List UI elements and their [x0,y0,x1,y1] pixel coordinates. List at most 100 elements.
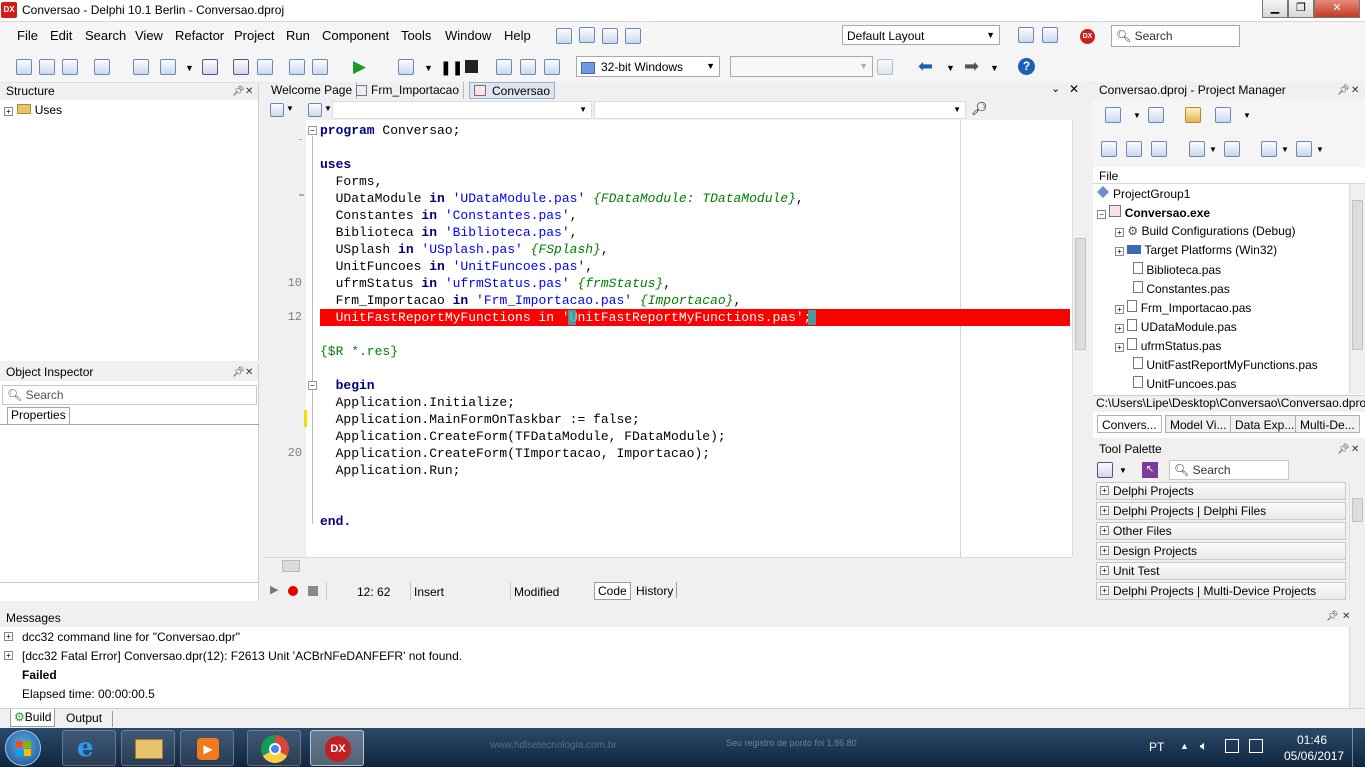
tree-item-file[interactable]: UnitFuncoes.pas [1133,376,1236,391]
list-icon[interactable] [1189,141,1205,157]
embarcadero-icon[interactable]: DX [1080,29,1095,44]
close-icon[interactable]: ✕ [245,83,253,100]
internet-explorer-icon[interactable]: e [62,730,116,766]
save-all-icon[interactable] [233,59,249,75]
tab-build[interactable]: ⚙Build [10,709,56,727]
menu-file[interactable]: File [17,28,38,43]
chevron-down-icon[interactable]: ▼ [324,104,332,113]
minimize-button[interactable]: ▁ [1262,0,1288,18]
tree-item-file[interactable]: + UDataModule.pas [1115,319,1237,334]
add-file-icon[interactable] [1148,107,1164,123]
close-icon[interactable]: ✕ [1351,441,1359,458]
chevron-down-icon[interactable]: ▼ [424,63,433,73]
menu-help[interactable]: Help [504,28,531,43]
tab-frm-importacao[interactable]: Frm_Importacao [353,82,465,99]
run-without-debug-icon[interactable] [398,59,414,75]
tree-item-file[interactable]: + Frm_Importacao.pas [1115,300,1251,315]
pin-icon[interactable]: 📌︎ [232,83,245,100]
chevron-down-icon[interactable]: ▼ [1209,145,1217,154]
menu-run[interactable]: Run [286,28,310,43]
editor-vertical-scrollbar[interactable] [1072,120,1088,557]
chevron-down-icon[interactable]: ▼ [946,63,955,73]
tab-conversao[interactable]: Conversao [469,82,556,99]
mail-icon[interactable] [556,28,572,44]
collapse-icon[interactable]: − [1097,210,1106,219]
method-selector-icon[interactable] [308,103,322,117]
tree-item-file[interactable]: + ufrmStatus.pas [1115,338,1221,353]
expand-icon[interactable]: + [1115,343,1124,352]
tree-item-conversao-exe[interactable]: − Conversao.exe [1097,205,1210,220]
chevron-down-icon[interactable]: ▼ [1281,145,1289,154]
ide-search-box[interactable]: 🔍︎ Search [1111,25,1240,47]
open-folder-icon[interactable] [1185,107,1201,123]
network-icon[interactable] [1249,739,1263,753]
tab-project-manager[interactable]: Convers... [1097,415,1162,433]
clock-time[interactable]: 01:46 [1297,733,1327,747]
collapse-icon[interactable]: − [308,381,317,390]
close-file-icon[interactable] [257,59,273,75]
close-icon[interactable]: ✕ [245,364,253,381]
expand-icon[interactable]: + [4,107,13,116]
object-inspector-search[interactable]: 🔍︎ Search [2,385,257,405]
tree-item-projectgroup[interactable]: ProjectGroup1 [1097,186,1190,201]
checklist-icon[interactable] [602,28,618,44]
message-row-error[interactable]: [dcc32 Fatal Error] Conversao.dpr(12): F… [22,649,462,663]
chevron-down-icon[interactable]: ▼ [1119,466,1127,475]
configuration-combo[interactable]: ▼ [730,56,873,77]
chevron-down-icon[interactable]: ▼ [185,63,194,73]
categories-icon[interactable] [1097,462,1113,478]
run-to-cursor-icon[interactable] [544,59,560,75]
cursor-icon[interactable]: ↖ [1142,462,1158,478]
build-icon[interactable] [1224,141,1240,157]
media-player-icon[interactable]: ▶ [180,730,234,766]
tree-item-file[interactable]: Constantes.pas [1133,281,1230,296]
volume-icon[interactable]: 🔈︎ [1200,738,1208,754]
menu-search[interactable]: Search [85,28,126,43]
forward-arrow-icon[interactable]: ➡ [964,56,979,77]
tree-item-file[interactable]: Biblioteca.pas [1133,262,1221,277]
menu-window[interactable]: Window [445,28,491,43]
feedback-icon[interactable] [625,28,641,44]
save-desktop-icon[interactable] [1018,27,1034,43]
play-macro-icon[interactable]: ▶ [270,583,278,596]
windows-start-icon[interactable] [5,730,41,766]
compile-icon[interactable] [1296,141,1312,157]
expand-icon[interactable]: + [4,632,13,641]
maximize-button[interactable]: ❐ [1288,0,1314,18]
expand-icon[interactable]: + [1115,324,1124,333]
tool-palette-search[interactable]: 🔍︎ Search [1169,460,1289,480]
tab-code[interactable]: Code [594,582,631,600]
new-project-icon[interactable] [1105,107,1121,123]
scroll-thumb[interactable] [1352,200,1363,350]
remove-from-project-icon[interactable] [312,59,328,75]
chevron-down-icon[interactable]: ▼ [1316,145,1324,154]
chrome-icon[interactable] [247,730,301,766]
scroll-thumb[interactable] [1075,238,1086,350]
expand-icon[interactable]: + [1100,486,1109,495]
chevron-down-icon[interactable]: ▼ [1133,111,1141,120]
chevron-down-icon[interactable]: ⌄ [1051,82,1060,95]
action-center-icon[interactable] [1225,739,1239,753]
tab-model-view[interactable]: Model Vi... [1165,415,1232,433]
expand-icon[interactable]: + [1100,546,1109,555]
palette-category[interactable]: + Delphi Projects | Delphi Files [1096,502,1346,520]
pause-icon[interactable]: ❚❚ [440,59,463,76]
show-desktop-button[interactable] [1352,728,1365,767]
expand-icon[interactable]: + [1115,247,1124,256]
add-to-project-icon[interactable] [289,59,305,75]
pin-icon[interactable]: 📌︎ [232,364,245,381]
view-icon[interactable] [1215,107,1231,123]
properties-tab[interactable]: Properties [7,407,70,425]
language-indicator[interactable]: PT [1149,740,1164,754]
tree-item-build-configurations[interactable]: + ⚙ Build Configurations (Debug) [1115,224,1296,238]
show-hidden-icons-icon[interactable]: ▲ [1180,741,1189,751]
stop-macro-icon[interactable] [308,586,318,596]
trace-into-icon[interactable] [520,59,536,75]
chevron-down-icon[interactable]: ▼ [990,63,999,73]
collapse-icon[interactable]: − [308,126,317,135]
menu-component[interactable]: Component [322,28,389,43]
clock-date[interactable]: 05/06/2017 [1284,749,1344,763]
palette-category[interactable]: + Delphi Projects [1096,482,1346,500]
open-icon[interactable] [39,59,55,75]
class-selector-icon[interactable] [270,103,284,117]
